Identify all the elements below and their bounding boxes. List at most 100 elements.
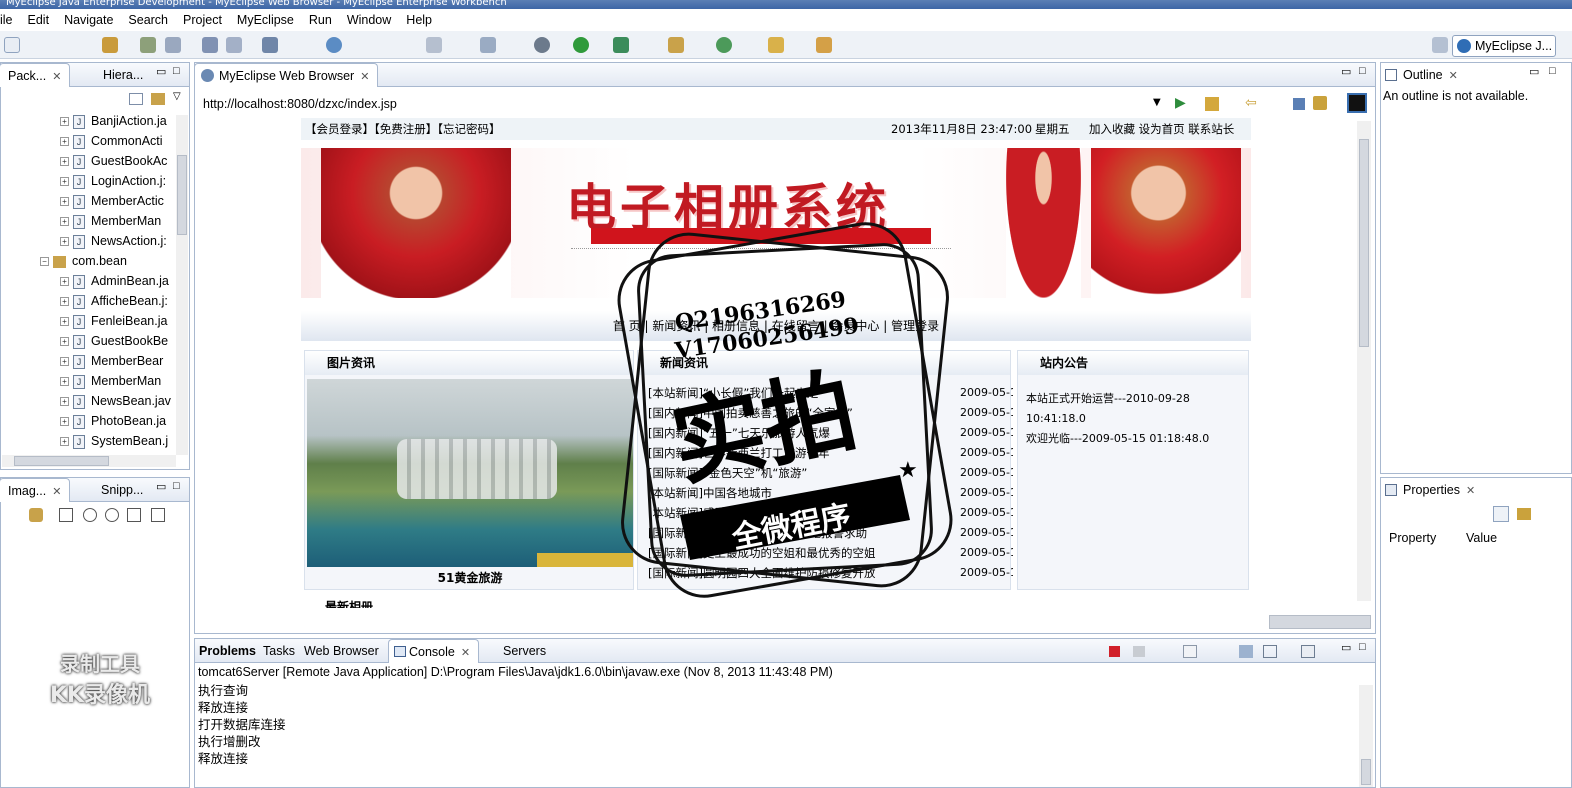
tree-hscroll-thumb[interactable]: [14, 456, 109, 466]
perspective-open-icon[interactable]: [1432, 37, 1448, 53]
expand-icon[interactable]: +: [60, 437, 69, 447]
menu-help[interactable]: Help: [399, 13, 440, 27]
tree-file[interactable]: + J AfficheBean.j:: [60, 291, 168, 311]
view-menu-icon[interactable]: ▽: [173, 91, 181, 102]
tree-file[interactable]: + J SystemBean.j: [60, 431, 168, 451]
categories-icon[interactable]: [1493, 506, 1509, 522]
close-icon[interactable]: ✕: [360, 71, 369, 83]
minimize-icon[interactable]: ▭: [1341, 641, 1351, 654]
expand-icon[interactable]: +: [60, 157, 69, 167]
news-item[interactable]: [国际新闻]50名游客被困山头拒绝报警求助 2009-05-15: [648, 523, 1013, 543]
minimize-icon[interactable]: ▭: [1341, 65, 1351, 78]
tab-hierarchy[interactable]: Hiera...: [95, 63, 151, 87]
expand-icon[interactable]: +: [60, 277, 69, 287]
minimize-icon[interactable]: ▭: [1529, 65, 1539, 78]
go-icon[interactable]: ▶: [1175, 95, 1186, 111]
news-item[interactable]: [国内新闻]中国拍卖慈善之旅的“全家福” 2009-05-15: [648, 403, 1013, 423]
terminate-icon[interactable]: [1109, 646, 1120, 657]
filter-icon[interactable]: [1517, 508, 1531, 520]
pic-news-image[interactable]: [307, 379, 633, 567]
pic-news-pager[interactable]: [537, 553, 633, 567]
tab-problems[interactable]: Problems: [195, 639, 264, 663]
image-toolbar-fit-icon[interactable]: [59, 508, 73, 522]
perspective-myeclipse-button[interactable]: MyEclipse J...: [1452, 35, 1556, 57]
tree-file[interactable]: + J NewsAction.j:: [60, 231, 167, 251]
expand-icon[interactable]: +: [60, 377, 69, 387]
remove-launch-icon[interactable]: [1133, 646, 1145, 657]
tree-file[interactable]: + J AdminBean.ja: [60, 271, 169, 291]
browser-vscrollbar[interactable]: [1357, 121, 1371, 601]
news-item[interactable]: [本站新闻]“小长假”我们一起走走 2009-05-15: [648, 383, 1013, 403]
open-folder-icon[interactable]: [768, 37, 784, 53]
tree-file[interactable]: + J GuestBookAc: [60, 151, 167, 171]
collapse-all-icon[interactable]: [129, 93, 143, 105]
menu-myeclipse[interactable]: MyEclipse: [230, 13, 302, 27]
expand-icon[interactable]: +: [60, 237, 69, 247]
tree-package[interactable]: − com.bean: [40, 251, 127, 271]
notice-item[interactable]: 本站正式开始运营---2010-09-28 10:41:18.0: [1026, 389, 1226, 429]
news-item[interactable]: [本站新闻]中国各地城市 2009-05-15: [648, 483, 1013, 503]
maximize-icon[interactable]: □: [173, 65, 180, 77]
pic-news-caption[interactable]: 51黄金旅游: [305, 569, 635, 586]
stop-icon[interactable]: [1293, 98, 1305, 110]
tree-file[interactable]: + J FenleiBean.ja: [60, 311, 167, 331]
maximize-icon[interactable]: □: [173, 480, 180, 492]
minimize-icon[interactable]: ▭: [156, 65, 166, 78]
edit-icon[interactable]: [816, 37, 832, 53]
open-console-icon[interactable]: [1301, 645, 1315, 658]
debug-icon[interactable]: [534, 37, 550, 53]
tab-package-explorer[interactable]: Pack... ✕: [0, 63, 71, 87]
tab-web-browser-bottom[interactable]: Web Browser: [299, 639, 387, 663]
expand-icon[interactable]: +: [60, 197, 69, 207]
menu-search[interactable]: Search: [121, 13, 176, 27]
expand-icon[interactable]: +: [60, 397, 69, 407]
new-class-icon[interactable]: [480, 37, 496, 53]
expand-icon[interactable]: +: [60, 337, 69, 347]
news-item[interactable]: [国内新闻]“五一”七天乐旅游人气爆 2009-05-15: [648, 423, 1013, 443]
image-fit-icon[interactable]: [151, 508, 165, 522]
tree-scrollbar[interactable]: [176, 115, 188, 455]
back-icon[interactable]: ⇦: [1245, 95, 1257, 111]
expand-icon[interactable]: +: [60, 177, 69, 187]
site-links[interactable]: 加入收藏 设为首页 联系站长: [1089, 118, 1234, 140]
expand-icon[interactable]: +: [60, 357, 69, 367]
expand-icon[interactable]: +: [60, 297, 69, 307]
tree-file[interactable]: + J BanjiAction.ja: [60, 111, 167, 131]
tab-console[interactable]: Console ✕: [388, 639, 480, 663]
display-console-icon[interactable]: [1263, 645, 1277, 658]
menu-navigate[interactable]: Navigate: [57, 13, 121, 27]
tab-tasks[interactable]: Tasks: [258, 639, 303, 663]
minimize-icon[interactable]: ▭: [156, 480, 166, 493]
tree-file[interactable]: + J MemberActic: [60, 191, 164, 211]
news-item[interactable]: [本站新闻]感受西藏风情你想不到 2009-05-15: [648, 503, 1013, 523]
collapse-icon[interactable]: −: [40, 257, 49, 267]
tree-file[interactable]: + J LoginAction.j:: [60, 171, 166, 191]
run-icon[interactable]: [573, 37, 589, 53]
nav-home[interactable]: 首 页: [613, 319, 641, 333]
expand-icon[interactable]: +: [60, 417, 69, 427]
clear-console-icon[interactable]: [1183, 645, 1197, 658]
url-dropdown-icon[interactable]: ▼: [1153, 97, 1161, 108]
tree-file[interactable]: + J PhotoBean.ja: [60, 411, 166, 431]
link-editor-icon[interactable]: [151, 93, 165, 105]
menu-window[interactable]: Window: [340, 13, 399, 27]
server-icon[interactable]: [226, 37, 242, 53]
debug-config-icon[interactable]: [140, 37, 156, 53]
maximize-icon[interactable]: □: [1359, 65, 1366, 77]
tab-image[interactable]: Imag... ✕: [0, 478, 71, 502]
console-scroll-thumb[interactable]: [1361, 759, 1371, 785]
expand-icon[interactable]: +: [60, 317, 69, 327]
close-icon[interactable]: ✕: [461, 647, 470, 659]
menu-run[interactable]: Run: [302, 13, 340, 27]
close-icon[interactable]: ✕: [1466, 485, 1475, 497]
package-icon[interactable]: [102, 37, 118, 53]
pin-console-icon[interactable]: [1239, 645, 1253, 658]
tree-file[interactable]: + J CommonActi: [60, 131, 163, 151]
browser-menu-icon[interactable]: [1347, 93, 1367, 113]
tab-snippets[interactable]: Snipp...: [93, 478, 151, 502]
tree-hscrollbar[interactable]: [2, 455, 176, 467]
browser-scroll-thumb[interactable]: [1359, 139, 1369, 347]
db-icon[interactable]: [165, 37, 181, 53]
menu-file[interactable]: ile: [0, 13, 21, 27]
tab-web-browser[interactable]: MyEclipse Web Browser ✕: [194, 63, 379, 87]
